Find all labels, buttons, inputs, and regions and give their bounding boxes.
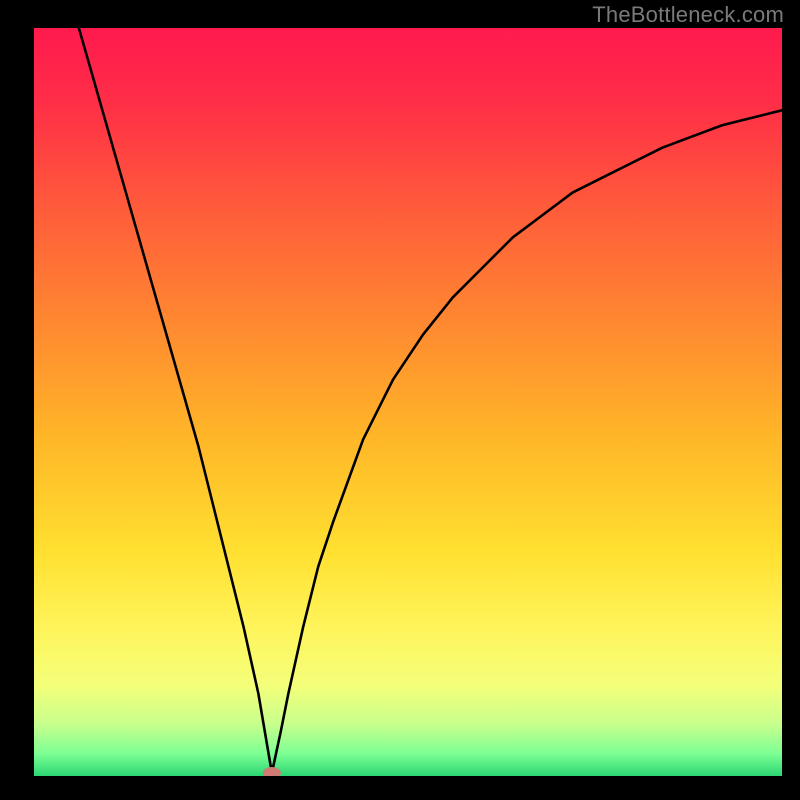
chart-frame: TheBottleneck.com xyxy=(0,0,800,800)
plot-area xyxy=(34,28,782,776)
watermark-text: TheBottleneck.com xyxy=(592,2,784,28)
chart-svg xyxy=(34,28,782,776)
gradient-background xyxy=(34,28,782,776)
